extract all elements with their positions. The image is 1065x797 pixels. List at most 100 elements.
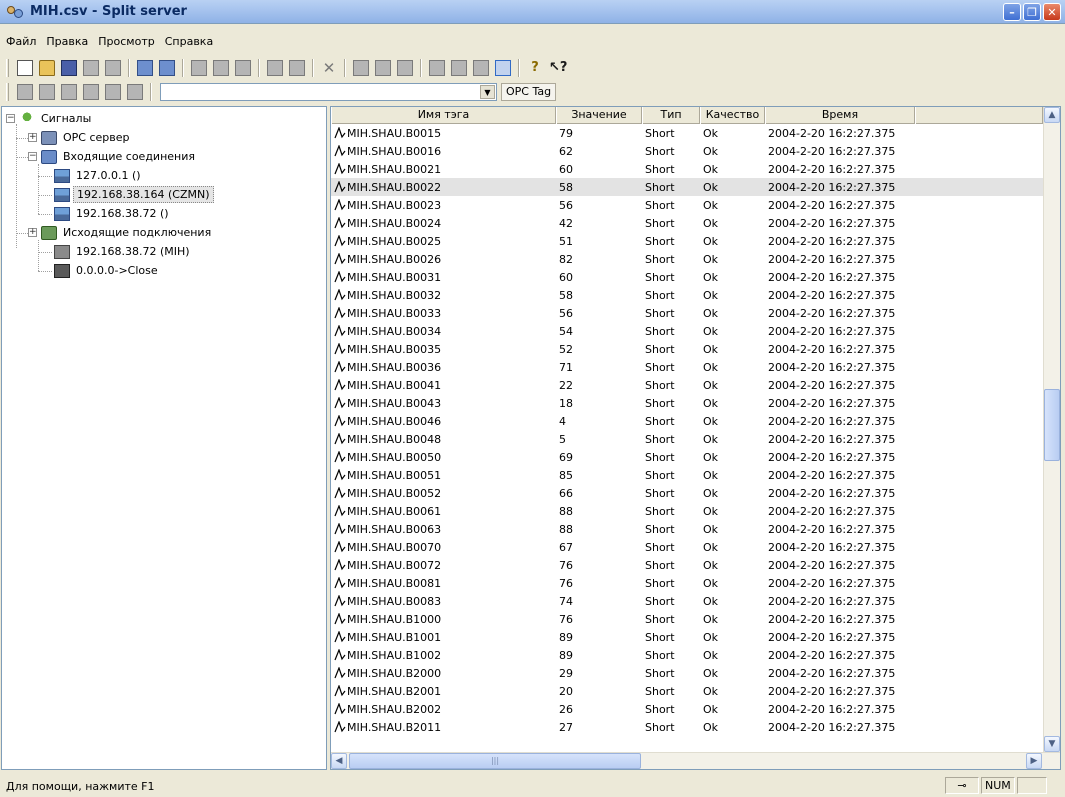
table-row[interactable]: MIH.SHAU.B2001 20 Short Ok 2004-2-20 16:2:27…: [331, 682, 1043, 700]
tree-pane[interactable]: − Сигналы + OPC сервер − Входящие соедин…: [1, 106, 327, 770]
dropdown-arrow-icon[interactable]: ▼: [480, 85, 495, 99]
opc-tag-button[interactable]: OPC Tag: [501, 83, 557, 101]
table-row[interactable]: MIH.SHAU.B0081 76 Short Ok 2004-2-20 16:2:27…: [331, 574, 1043, 592]
column-header-tag-name[interactable]: Имя тэга: [331, 107, 556, 124]
paste-icon[interactable]: [235, 60, 251, 76]
table-row[interactable]: MIH.SHAU.B0033 56 Short Ok 2004-2-20 16:2:27…: [331, 304, 1043, 322]
table-row[interactable]: MIH.SHAU.B0050 69 Short Ok 2004-2-20 16:2:27…: [331, 448, 1043, 466]
horizontal-scroll-thumb[interactable]: |||: [349, 753, 641, 769]
table-row[interactable]: MIH.SHAU.B1000 76 Short Ok 2004-2-20 16:2:27…: [331, 610, 1043, 628]
tree-node-outgoing[interactable]: + Исходящие подключения: [28, 223, 214, 242]
table-row[interactable]: MIH.SHAU.B0032 58 Short Ok 2004-2-20 16:2:27…: [331, 286, 1043, 304]
table-row[interactable]: MIH.SHAU.B0046 4 Short Ok 2004-2-20 16:2:27.…: [331, 412, 1043, 430]
table-row[interactable]: MIH.SHAU.B0072 76 Short Ok 2004-2-20 16:2:27…: [331, 556, 1043, 574]
menu-view[interactable]: Просмотр: [98, 35, 154, 53]
print-icon[interactable]: [105, 60, 121, 76]
menu-file[interactable]: Файл: [6, 35, 36, 53]
network-icon[interactable]: [39, 84, 55, 100]
table-row[interactable]: MIH.SHAU.B1002 89 Short Ok 2004-2-20 16:2:27…: [331, 646, 1043, 664]
column-header-type[interactable]: Тип: [642, 107, 700, 124]
server-icon[interactable]: [83, 84, 99, 100]
tree-node-signals[interactable]: − Сигналы: [6, 109, 94, 128]
table-row[interactable]: MIH.SHAU.B0035 52 Short Ok 2004-2-20 16:2:27…: [331, 340, 1043, 358]
tree-node-incoming-1[interactable]: 127.0.0.1 (): [54, 166, 144, 185]
expand-icon[interactable]: +: [28, 133, 37, 142]
restore-button[interactable]: ❐: [1023, 3, 1041, 21]
column-header-time[interactable]: Время: [765, 107, 915, 124]
tree-node-outgoing-1[interactable]: 192.168.38.72 (MIH): [54, 242, 193, 261]
table-row[interactable]: MIH.SHAU.B0048 5 Short Ok 2004-2-20 16:2:27.…: [331, 430, 1043, 448]
tree-node-incoming-3[interactable]: 192.168.38.72 (): [54, 204, 172, 223]
table-row[interactable]: MIH.SHAU.B0036 71 Short Ok 2004-2-20 16:2:27…: [331, 358, 1043, 376]
table-row[interactable]: MIH.SHAU.B0023 56 Short Ok 2004-2-20 16:2:27…: [331, 196, 1043, 214]
import-icon[interactable]: [451, 60, 467, 76]
scroll-right-icon[interactable]: ▶: [1026, 753, 1042, 769]
tag-combo-box[interactable]: ▼: [160, 83, 497, 101]
add-tag-icon[interactable]: [353, 60, 369, 76]
vertical-scrollbar[interactable]: ▲ ▼: [1043, 107, 1060, 752]
table-row[interactable]: MIH.SHAU.B2011 27 Short Ok 2004-2-20 16:2:27…: [331, 718, 1043, 736]
table-row[interactable]: MIH.SHAU.B1001 89 Short Ok 2004-2-20 16:2:27…: [331, 628, 1043, 646]
toolbar-grip[interactable]: [6, 83, 9, 101]
print-preview-icon[interactable]: [83, 60, 99, 76]
vertical-scroll-thumb[interactable]: [1044, 389, 1060, 461]
minimize-button[interactable]: –: [1003, 3, 1021, 21]
table-row[interactable]: MIH.SHAU.B0043 18 Short Ok 2004-2-20 16:2:27…: [331, 394, 1043, 412]
view-window-icon[interactable]: [495, 60, 511, 76]
tree-node-incoming[interactable]: − Входящие соединения: [28, 147, 198, 166]
collapse-icon[interactable]: −: [28, 152, 37, 161]
tag-properties-icon[interactable]: [397, 60, 413, 76]
scroll-up-icon[interactable]: ▲: [1044, 107, 1060, 123]
open-folder-icon[interactable]: [39, 60, 55, 76]
table-row[interactable]: MIH.SHAU.B0021 60 Short Ok 2004-2-20 16:2:27…: [331, 160, 1043, 178]
hns-icon[interactable]: [105, 84, 121, 100]
column-header-quality[interactable]: Качество: [700, 107, 765, 124]
delete-icon[interactable]: ✕: [321, 60, 337, 76]
menu-help[interactable]: Справка: [165, 35, 213, 53]
help-icon[interactable]: ?: [527, 60, 543, 76]
tags-table-pane[interactable]: Имя тэга Значение Тип Качество Время MIH…: [330, 106, 1061, 770]
table-row[interactable]: MIH.SHAU.B0031 60 Short Ok 2004-2-20 16:2:27…: [331, 268, 1043, 286]
tree-node-opc-server[interactable]: + OPC сервер: [28, 128, 133, 147]
edit-tag-icon[interactable]: [375, 60, 391, 76]
table-row[interactable]: MIH.SHAU.B0022 58 Short Ok 2004-2-20 16:2:27…: [331, 178, 1043, 196]
column-header-value[interactable]: Значение: [556, 107, 642, 124]
copy-icon[interactable]: [213, 60, 229, 76]
table-row[interactable]: MIH.SHAU.B0051 85 Short Ok 2004-2-20 16:2:27…: [331, 466, 1043, 484]
table-row[interactable]: MIH.SHAU.B0015 79 Short Ok 2004-2-20 16:2:27…: [331, 124, 1043, 142]
scroll-left-icon[interactable]: ◀: [331, 753, 347, 769]
horizontal-scrollbar[interactable]: ◀ ||| ▶: [331, 752, 1060, 769]
export-icon[interactable]: [473, 60, 489, 76]
tree-node-incoming-2[interactable]: 192.168.38.164 (CZMN): [54, 185, 214, 204]
cut-icon[interactable]: [191, 60, 207, 76]
list-icon[interactable]: [127, 84, 143, 100]
group-properties-icon[interactable]: [289, 60, 305, 76]
context-help-icon[interactable]: ↖?: [549, 60, 567, 76]
table-row[interactable]: MIH.SHAU.B0041 22 Short Ok 2004-2-20 16:2:27…: [331, 376, 1043, 394]
save-icon[interactable]: [61, 60, 77, 76]
table-row[interactable]: MIH.SHAU.B0026 82 Short Ok 2004-2-20 16:2:27…: [331, 250, 1043, 268]
expand-icon[interactable]: +: [28, 228, 37, 237]
new-file-icon[interactable]: [17, 60, 33, 76]
table-row[interactable]: MIH.SHAU.B0083 74 Short Ok 2004-2-20 16:2:27…: [331, 592, 1043, 610]
connect-icon[interactable]: [17, 84, 33, 100]
table-row[interactable]: MIH.SHAU.B0070 67 Short Ok 2004-2-20 16:2:27…: [331, 538, 1043, 556]
tree-node-close[interactable]: 0.0.0.0->Close: [54, 261, 161, 280]
table-row[interactable]: MIH.SHAU.B0016 62 Short Ok 2004-2-20 16:2:27…: [331, 142, 1043, 160]
collapse-icon[interactable]: −: [6, 114, 15, 123]
table-row[interactable]: MIH.SHAU.B0061 88 Short Ok 2004-2-20 16:2:27…: [331, 502, 1043, 520]
table-row[interactable]: MIH.SHAU.B0025 51 Short Ok 2004-2-20 16:2:27…: [331, 232, 1043, 250]
table-row[interactable]: MIH.SHAU.B0024 42 Short Ok 2004-2-20 16:2:27…: [331, 214, 1043, 232]
server-properties-icon[interactable]: [159, 60, 175, 76]
table-row[interactable]: MIH.SHAU.B0034 54 Short Ok 2004-2-20 16:2:27…: [331, 322, 1043, 340]
add-group-icon[interactable]: [267, 60, 283, 76]
table-row[interactable]: MIH.SHAU.B2002 26 Short Ok 2004-2-20 16:2:27…: [331, 700, 1043, 718]
scroll-down-icon[interactable]: ▼: [1044, 736, 1060, 752]
table-row[interactable]: MIH.SHAU.B0063 88 Short Ok 2004-2-20 16:2:27…: [331, 520, 1043, 538]
table-row[interactable]: MIH.SHAU.B2000 29 Short Ok 2004-2-20 16:2:27…: [331, 664, 1043, 682]
table-row[interactable]: MIH.SHAU.B0052 66 Short Ok 2004-2-20 16:2:27…: [331, 484, 1043, 502]
properties-icon[interactable]: [137, 60, 153, 76]
menu-edit[interactable]: Правка: [46, 35, 88, 53]
toolbar-grip[interactable]: [6, 59, 9, 77]
monitor-icon[interactable]: [429, 60, 445, 76]
